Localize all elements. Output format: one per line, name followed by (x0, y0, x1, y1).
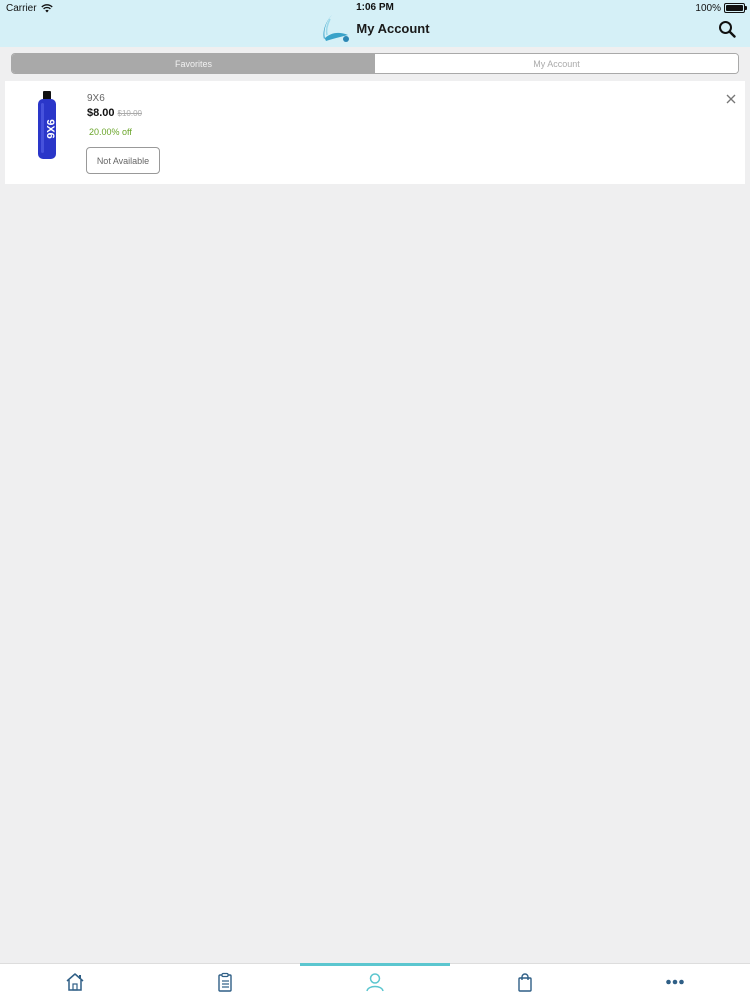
droplet-logo-icon (323, 15, 350, 42)
battery-percent: 100% (695, 2, 721, 14)
favorite-item-card[interactable]: 9X6 9X6 $8.00 $10.00 20.00% off Not Avai… (5, 81, 745, 184)
battery-icon (724, 3, 747, 13)
segment-favorites[interactable]: Favorites (12, 54, 375, 73)
product-image[interactable]: 9X6 (35, 91, 59, 161)
not-available-button[interactable]: Not Available (86, 147, 160, 174)
discount-label: 20.00% off (89, 127, 132, 137)
more-dots-icon (666, 979, 684, 985)
clipboard-list-icon (218, 972, 232, 992)
original-price: $10.00 (117, 109, 142, 118)
shopping-bag-icon (518, 973, 532, 992)
sale-price: $8.00 (87, 107, 115, 119)
home-icon (66, 973, 84, 991)
user-icon (366, 973, 384, 992)
product-image-label: 9X6 (44, 119, 56, 139)
tab-more[interactable] (600, 964, 750, 1000)
segment-my-account[interactable]: My Account (375, 54, 738, 73)
price-row: $8.00 $10.00 (87, 107, 142, 119)
nav-title-group: My Account (0, 13, 750, 43)
tab-account[interactable] (300, 963, 450, 1000)
tab-bar (0, 963, 750, 1000)
product-name[interactable]: 9X6 (87, 93, 105, 104)
status-time: 1:06 PM (356, 2, 394, 13)
segmented-control: Favorites My Account (11, 53, 739, 74)
tab-cart[interactable] (450, 964, 600, 1000)
tab-home[interactable] (0, 964, 150, 1000)
search-icon[interactable] (718, 20, 736, 38)
header-bar: Carrier 1:06 PM 100% My Account (0, 0, 750, 47)
close-icon[interactable] (725, 93, 737, 105)
tab-orders[interactable] (150, 964, 300, 1000)
page-title: My Account (356, 20, 430, 36)
